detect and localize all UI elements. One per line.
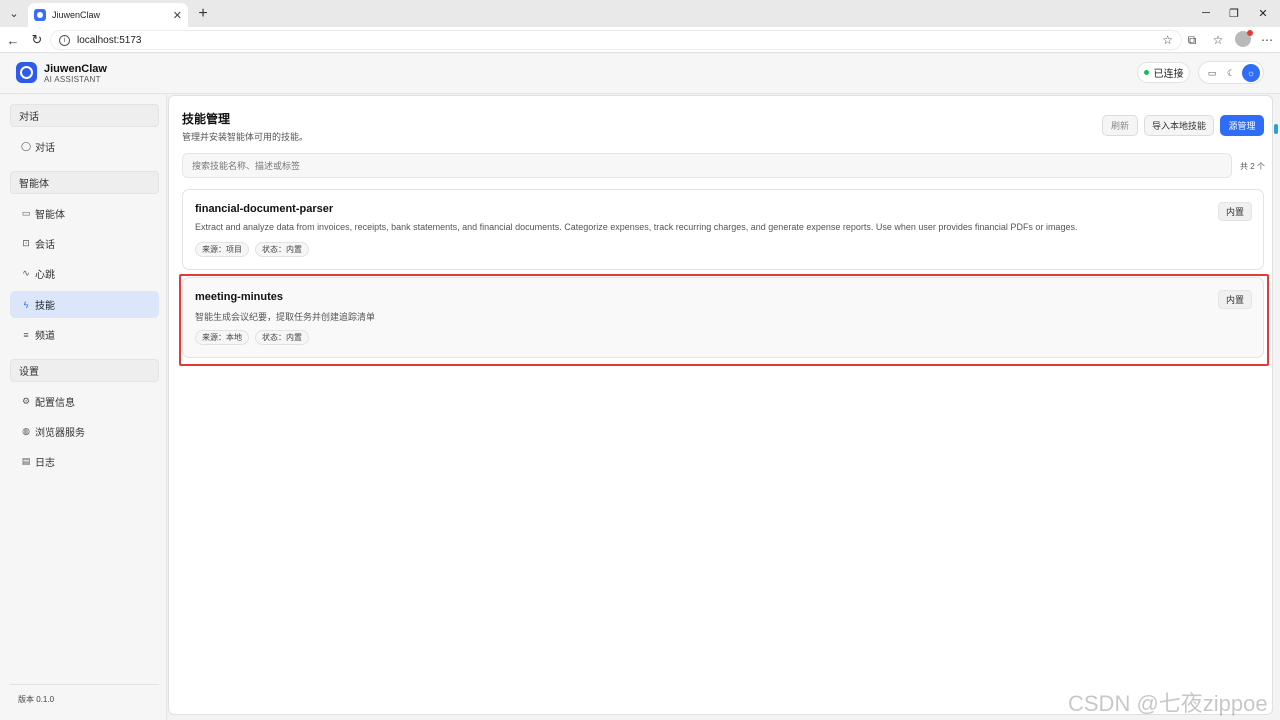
tab-list-chevron-icon[interactable]: ⌄: [4, 4, 24, 23]
sidebar-item-channels[interactable]: ≡ 频道: [10, 321, 159, 348]
page-title: 技能管理: [182, 112, 231, 126]
watermark: CSDN @七夜zippoe: [1068, 691, 1268, 716]
skill-tags: 来源：项目 状态：内置: [195, 242, 309, 257]
browser-address-bar: ← ↻ i localhost:5173 ☆ ⧉ ☆ ⋯: [0, 27, 1280, 53]
skill-count: 共 2 个: [1240, 162, 1265, 171]
restore-icon[interactable]: ❐: [1224, 4, 1244, 22]
browser-tab[interactable]: JiuwenClaw ✕: [28, 3, 188, 27]
tab-close-icon[interactable]: ✕: [173, 9, 182, 22]
scrollbar-thumb[interactable]: [1274, 124, 1278, 134]
sidebar-item-label: 心跳: [35, 270, 55, 281]
connection-status-text: 已连接: [1153, 69, 1184, 80]
sidebar-item-heartbeat[interactable]: ∿ 心跳: [10, 260, 159, 287]
sidebar-section-settings: 设置: [10, 359, 159, 382]
sun-theme-icon[interactable]: ☼: [1242, 64, 1260, 82]
app-logo-icon: [16, 62, 37, 83]
globe-icon: ◍: [22, 426, 30, 436]
sidebar-item-label: 会话: [35, 240, 55, 251]
monitor-icon: ▭: [21, 208, 31, 218]
skill-card-financial-document-parser[interactable]: financial-document-parser Extract and an…: [182, 189, 1264, 270]
sidebar-item-label: 浏览器服务: [35, 428, 85, 439]
sidebar-item-session[interactable]: ⊡ 会话: [10, 230, 159, 257]
gear-icon: ⚙: [21, 396, 31, 406]
sidebar-section-chat: 对话: [10, 104, 159, 127]
browser-tab-bar: ⌄ JiuwenClaw ✕ + ─ ❐ ✕: [0, 0, 1280, 27]
session-icon: ⊡: [22, 238, 30, 248]
favicon-icon: [34, 9, 46, 21]
builtin-badge: 内置: [1218, 202, 1252, 221]
chat-bubble-icon: ◯: [20, 141, 32, 151]
app-header: JiuwenClaw AI ASSISTANT 已连接 ▭ ☾ ☼: [0, 54, 1280, 94]
source-tag: 来源：项目: [195, 242, 249, 257]
page-subtitle: 管理并安装智能体可用的技能。: [182, 132, 309, 142]
minimize-icon[interactable]: ─: [1196, 4, 1216, 22]
back-arrow-icon[interactable]: ←: [4, 31, 22, 49]
extensions-icon[interactable]: ⧉: [1183, 31, 1201, 49]
document-icon: ▤: [21, 456, 31, 466]
sidebar-item-config[interactable]: ⚙ 配置信息: [10, 388, 159, 415]
sidebar-item-label: 频道: [35, 331, 55, 342]
new-tab-button[interactable]: +: [193, 4, 213, 23]
more-menu-icon[interactable]: ⋯: [1258, 31, 1276, 49]
skill-name: financial-document-parser: [195, 203, 334, 215]
sidebar-divider: [10, 684, 159, 685]
status-tag: 状态：内置: [255, 242, 309, 257]
skills-panel: 技能管理 管理并安装智能体可用的技能。 刷新 导入本地技能 源管理 搜索技能名称…: [168, 95, 1273, 715]
sidebar: 对话 ◯ 对话 智能体 ▭ 智能体 ⊡ 会话 ∿ 心跳 ϟ 技能 ≡ 频道 设置…: [0, 95, 167, 720]
sidebar-item-browser-service[interactable]: ◍ 浏览器服务: [10, 418, 159, 445]
sidebar-item-label: 技能: [35, 301, 55, 312]
brand-name: JiuwenClaw: [44, 63, 107, 75]
menu-lines-icon: ≡: [23, 329, 29, 340]
skill-description: 智能生成会议纪要，提取任务并创建追踪清单: [195, 312, 376, 322]
sidebar-item-label: 日志: [35, 458, 55, 469]
site-info-icon[interactable]: i: [59, 34, 70, 46]
skill-name: meeting-minutes: [195, 291, 284, 303]
theme-switcher: ▭ ☾ ☼: [1198, 61, 1264, 84]
sidebar-item-agent[interactable]: ▭ 智能体: [10, 200, 159, 227]
url-field[interactable]: i localhost:5173 ☆: [50, 30, 1182, 50]
monitor-theme-icon[interactable]: ▭: [1203, 64, 1221, 82]
brand-subtitle: AI ASSISTANT: [44, 75, 101, 84]
sidebar-item-label: 智能体: [35, 210, 65, 221]
sidebar-item-label: 对话: [35, 143, 55, 154]
bookmark-star-icon[interactable]: ☆: [1162, 33, 1173, 47]
skill-description: Extract and analyze data from invoices, …: [195, 222, 1078, 232]
lightning-icon: ϟ: [23, 299, 29, 310]
source-tag: 来源：本地: [195, 330, 249, 345]
refresh-button[interactable]: 刷新: [1102, 115, 1138, 136]
skill-tags: 来源：本地 状态：内置: [195, 330, 309, 345]
moon-theme-icon[interactable]: ☾: [1222, 64, 1240, 82]
favorites-icon[interactable]: ☆: [1209, 31, 1227, 49]
version-label: 版本 0.1.0: [18, 695, 55, 704]
builtin-badge: 内置: [1218, 290, 1252, 309]
heartbeat-icon: ∿: [22, 268, 30, 278]
status-tag: 状态：内置: [255, 330, 309, 345]
sidebar-item-label: 配置信息: [35, 398, 75, 409]
skill-card-meeting-minutes[interactable]: meeting-minutes 智能生成会议纪要，提取任务并创建追踪清单 来源：…: [182, 277, 1264, 358]
source-management-button[interactable]: 源管理: [1220, 115, 1264, 136]
connection-status-badge: 已连接: [1137, 62, 1190, 83]
sidebar-item-skills[interactable]: ϟ 技能: [10, 291, 159, 318]
url-text: localhost:5173: [77, 34, 142, 46]
import-local-skill-button[interactable]: 导入本地技能: [1144, 115, 1214, 136]
brand: JiuwenClaw AI ASSISTANT: [44, 63, 107, 85]
sidebar-section-agent: 智能体: [10, 171, 159, 194]
skill-search-input[interactable]: 搜索技能名称、描述或标签: [182, 153, 1232, 178]
sidebar-item-chat[interactable]: ◯ 对话: [10, 133, 159, 160]
tab-title: JiuwenClaw: [52, 10, 101, 20]
sidebar-item-logs[interactable]: ▤ 日志: [10, 448, 159, 475]
window-close-icon[interactable]: ✕: [1253, 4, 1273, 22]
status-dot-icon: [1143, 70, 1149, 75]
profile-avatar-icon[interactable]: [1235, 30, 1253, 47]
reload-icon[interactable]: ↻: [28, 31, 46, 49]
